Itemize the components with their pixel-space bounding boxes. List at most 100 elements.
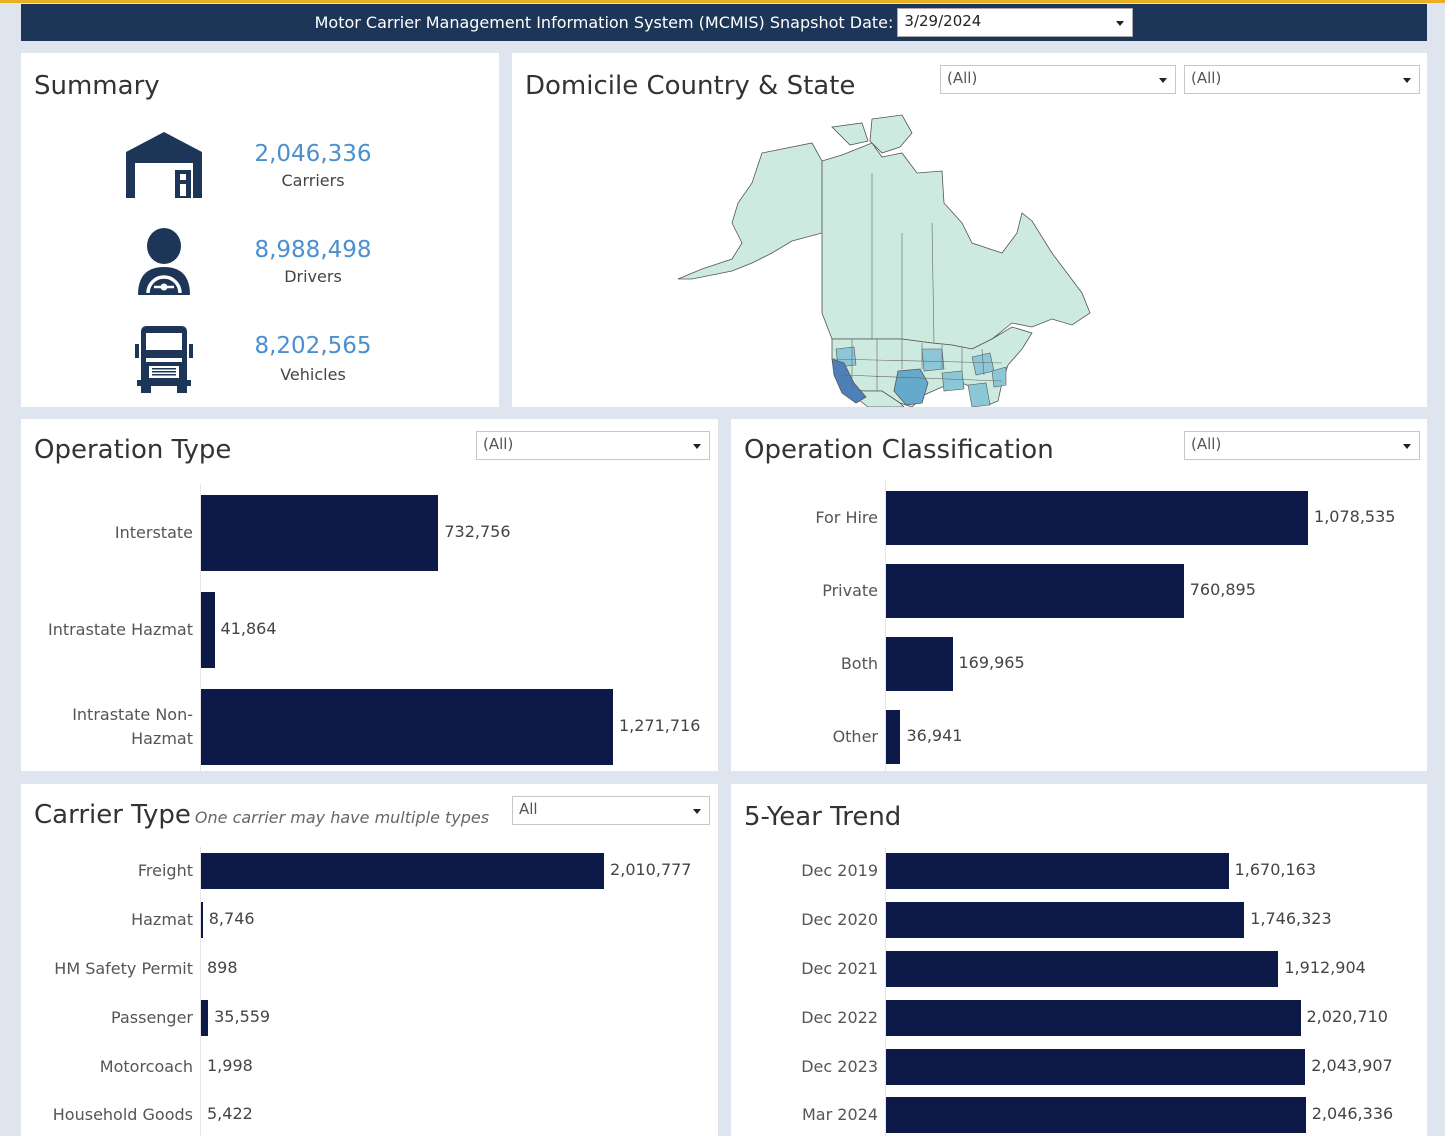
bar-value-label: 1,271,716 (618, 715, 701, 735)
summary-panel: Summary 2,046,336 Carriers 8,988,498 Dri… (21, 53, 499, 407)
chart-axis (885, 847, 886, 1136)
category-label: Intrastate Hazmat (47, 619, 193, 639)
state-shade (941, 370, 965, 392)
vehicles-count: 8,202,565 (254, 333, 372, 359)
chevron-down-icon (1403, 444, 1411, 449)
category-label: Other (832, 726, 878, 746)
bar-value-label: 8,746 (208, 909, 255, 929)
bar-value-label: 732,756 (444, 521, 511, 541)
carrier-type-title-text: Carrier Type (34, 800, 191, 830)
domicile-panel: Domicile Country & State (All) (All) (512, 53, 1427, 407)
operation-type-title: Operation Type (34, 435, 232, 465)
five-year-trend-panel: 5-Year Trend Dec 2019 1,670,163 Dec 2020 1,… (731, 784, 1427, 1136)
operation-classification-filter-dropdown[interactable]: (All) (1184, 431, 1420, 460)
chevron-down-icon (693, 444, 701, 449)
bar[interactable] (886, 636, 953, 691)
drivers-count: 8,988,498 (254, 237, 372, 263)
bar[interactable] (201, 853, 605, 890)
bar-value-label: 1,746,323 (1250, 909, 1332, 929)
category-label: Mar 2024 (802, 1105, 878, 1125)
bar[interactable] (201, 591, 215, 668)
category-label: For Hire (815, 507, 878, 527)
arctic-island (831, 122, 869, 146)
country-filter-value: (All) (947, 69, 978, 87)
drivers-label: Drivers (284, 267, 342, 286)
bar[interactable] (886, 853, 1229, 890)
bar-value-label: 1,078,535 (1314, 506, 1396, 526)
carrier-type-subtitle: One carrier may have multiple types (194, 808, 490, 827)
bar-value-label: 2,046,336 (1311, 1104, 1394, 1124)
bar[interactable] (886, 999, 1301, 1036)
category-label: Motorcoach (99, 1056, 193, 1076)
carrier-type-filter-dropdown[interactable]: All (512, 796, 710, 825)
state-filter-dropdown[interactable]: (All) (1184, 65, 1420, 94)
bar[interactable] (886, 563, 1184, 618)
country-filter-dropdown[interactable]: (All) (940, 65, 1176, 94)
state-shade (967, 382, 991, 407)
bar[interactable] (201, 688, 613, 765)
snapshot-date-value: 3/29/2024 (904, 12, 982, 30)
category-label: Dec 2022 (801, 1007, 878, 1027)
category-label: Freight (137, 861, 193, 881)
five-year-trend-chart: Dec 2019 1,670,163 Dec 2020 1,746,323 Dec 20… (731, 847, 1427, 1136)
state-filter-value: (All) (1191, 69, 1222, 87)
carrier-type-title: Carrier Type One carrier may have multipl… (34, 800, 489, 830)
category-label: Dec 2021 (801, 959, 878, 978)
truck-icon (135, 326, 193, 393)
bar-value-label: 1,912,904 (1284, 958, 1366, 977)
chevron-down-icon (1159, 78, 1167, 83)
operation-type-panel: Operation Type (All) Interstate 732,756 In… (21, 419, 718, 771)
category-label: Interstate (114, 522, 193, 542)
five-year-trend-title: 5-Year Trend (744, 802, 902, 832)
state-shade (921, 348, 945, 372)
carrier-type-filter-value: All (519, 800, 538, 818)
bar-value-label: 2,043,907 (1311, 1055, 1393, 1075)
bar[interactable] (201, 494, 439, 571)
category-label: Dec 2020 (801, 910, 878, 930)
bar-value-label: 1,670,163 (1234, 860, 1317, 880)
bar[interactable] (886, 902, 1245, 939)
bar-value-label: 41,864 (220, 618, 277, 638)
bar-value-label: 36,941 (906, 725, 963, 745)
canada-region (821, 142, 1091, 350)
operation-type-filter-dropdown[interactable]: (All) (476, 431, 710, 460)
bar-value-label: 760,895 (1189, 579, 1256, 599)
vehicles-label: Vehicles (280, 365, 346, 384)
warehouse-icon (126, 132, 202, 198)
bar[interactable] (886, 709, 901, 764)
arctic-island (869, 114, 913, 154)
chevron-down-icon (693, 809, 701, 814)
operation-classification-filter-value: (All) (1191, 435, 1222, 453)
bar[interactable] (886, 1048, 1306, 1085)
carriers-label: Carriers (281, 171, 345, 190)
operation-classification-panel: Operation Classification (All) For Hire 1… (731, 419, 1427, 771)
bar-value-label: 898 (207, 958, 238, 977)
bar-value-label: 35,559 (214, 1006, 271, 1026)
category-label: Hazmat (131, 910, 193, 930)
chevron-down-icon (1403, 78, 1411, 83)
domicile-title: Domicile Country & State (525, 71, 856, 101)
snapshot-title: Motor Carrier Management Information Sys… (314, 13, 894, 32)
bar[interactable] (201, 999, 209, 1036)
category-label: Passenger (111, 1007, 193, 1027)
operation-classification-title: Operation Classification (744, 435, 1054, 465)
category-label: Intrastate Non-Hazmat (72, 704, 193, 748)
bar[interactable] (201, 902, 203, 939)
bar[interactable] (886, 1097, 1306, 1134)
operation-classification-chart: For Hire 1,078,535 Private 760,895 Both 169,9… (731, 481, 1427, 771)
bar[interactable] (886, 951, 1279, 987)
chevron-down-icon (1116, 21, 1125, 26)
category-label: Dec 2019 (801, 861, 878, 881)
domicile-map[interactable] (672, 113, 1102, 407)
summary-title: Summary (34, 71, 160, 101)
category-label: Household Goods (52, 1105, 193, 1125)
bar-value-label: 2,010,777 (610, 860, 692, 880)
bar-value-label: 1,998 (207, 1055, 253, 1075)
carriers-count: 2,046,336 (254, 141, 372, 167)
top-accent-line (0, 0, 1445, 3)
bar-value-label: 169,965 (958, 652, 1025, 672)
snapshot-date-dropdown[interactable]: 3/29/2024 (897, 8, 1134, 37)
bar-value-label: 5,422 (207, 1104, 253, 1124)
operation-type-chart: Interstate 732,756 Intrastate Hazmat 41,864… (21, 484, 718, 771)
bar[interactable] (886, 490, 1309, 545)
